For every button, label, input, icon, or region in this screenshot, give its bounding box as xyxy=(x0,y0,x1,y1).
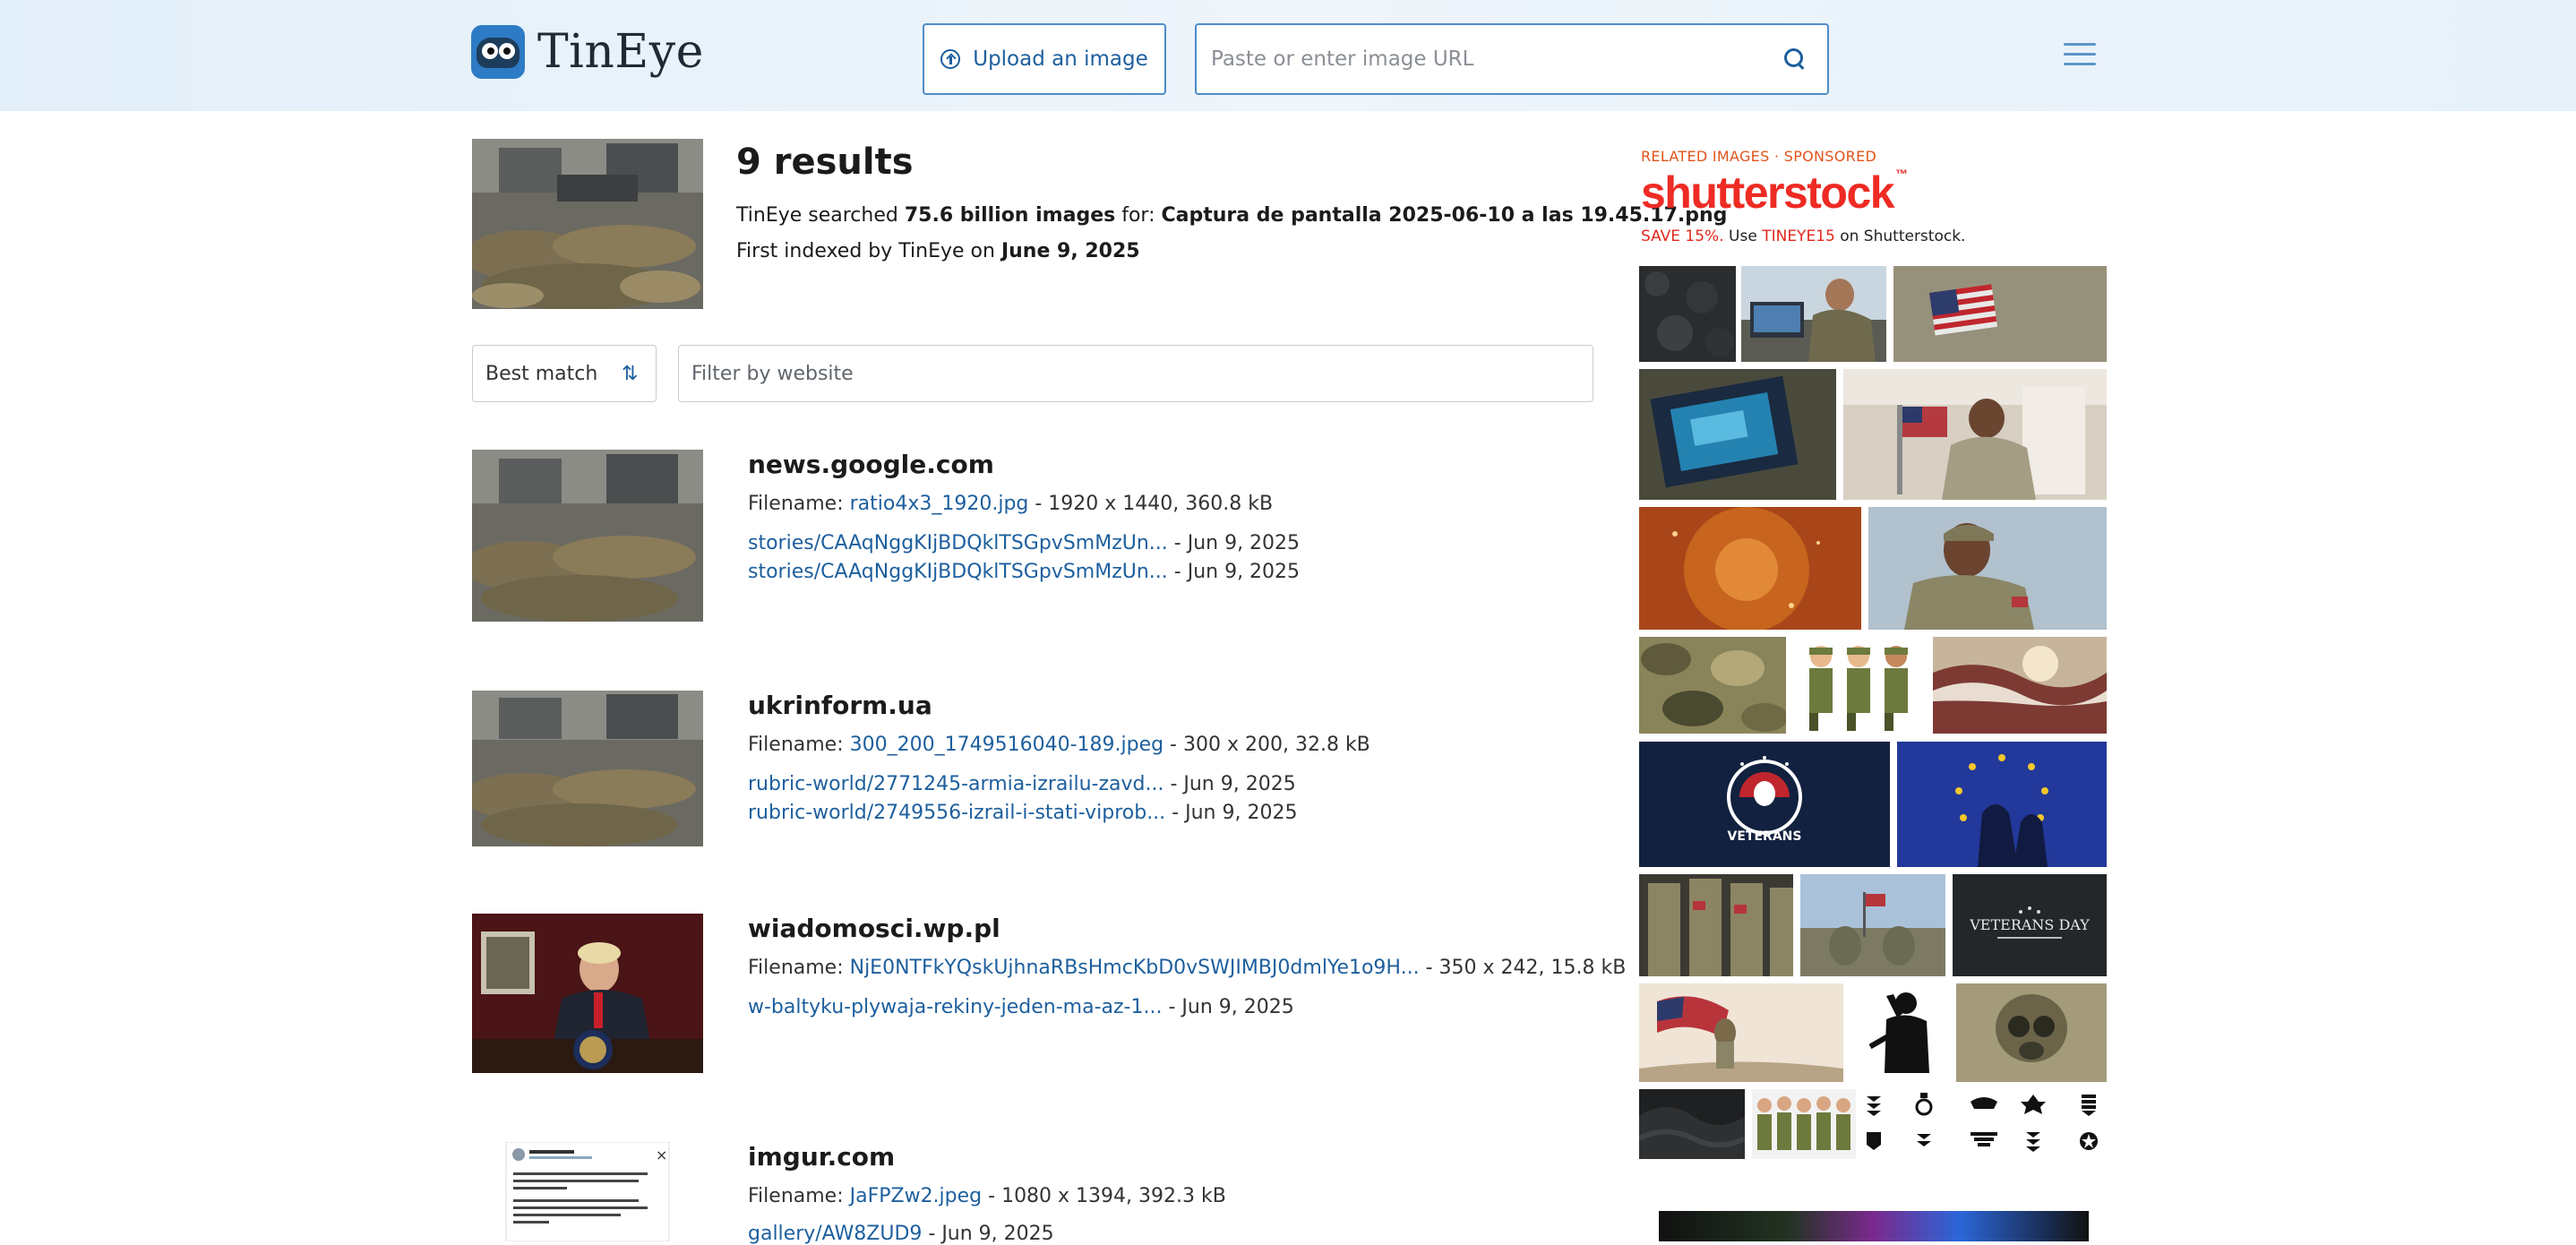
related-image-tile[interactable] xyxy=(1639,637,1786,734)
menu-icon[interactable] xyxy=(2064,43,2096,66)
result-page-line: w-baltyku-plywaja-rekiny-jeden-ma-az-1..… xyxy=(748,996,1294,1018)
upload-icon xyxy=(940,49,961,69)
filter-box xyxy=(678,345,1593,402)
related-image-tile[interactable] xyxy=(1793,637,1926,734)
related-image-tile[interactable] xyxy=(1893,266,2107,362)
result-page-line: stories/CAAqNggKIjBDQklTSGpvSmMzUn... - … xyxy=(748,532,1301,554)
query-image-thumbnail[interactable] xyxy=(472,139,703,309)
result-page-link[interactable]: rubric-world/2771245-armia-izrailu-zavd.… xyxy=(748,773,1163,795)
result-page-line: rubric-world/2771245-armia-izrailu-zavd.… xyxy=(748,773,1296,795)
result-filename-link[interactable]: JaFPZw2.jpeg xyxy=(850,1185,983,1207)
related-image-tile[interactable]: VETERANS DAY xyxy=(1953,874,2107,976)
upload-image-button[interactable]: Upload an image xyxy=(923,23,1166,95)
shutterstock-logo[interactable]: shutterstock ™ xyxy=(1641,167,1908,219)
result-page-line: gallery/AW8ZUD9 - Jun 9, 2025 xyxy=(748,1223,1054,1245)
result-filename-line: Filename: 300_200_1749516040-189.jpeg - … xyxy=(748,734,1370,756)
related-sponsored-label: RELATED IMAGES · SPONSORED xyxy=(1641,148,1877,165)
related-image-tile[interactable] xyxy=(1800,874,1945,976)
result-page-line: stories/CAAqNggKIjBDQklTSGpvSmMzUn... - … xyxy=(748,561,1301,583)
result-page-link[interactable]: gallery/AW8ZUD9 xyxy=(748,1223,922,1245)
sort-icon: ⇅ xyxy=(622,363,639,385)
result-domain[interactable]: imgur.com xyxy=(748,1142,895,1172)
result-page-line: rubric-world/2749556-izrail-i-stati-vipr… xyxy=(748,802,1298,824)
related-image-tile[interactable] xyxy=(1639,983,1843,1082)
result-filename-link[interactable]: 300_200_1749516040-189.jpeg xyxy=(850,734,1163,756)
sort-select[interactable]: Best match ⇅ xyxy=(472,345,657,402)
advertisement-banner[interactable] xyxy=(1659,1211,2089,1241)
image-url-input[interactable] xyxy=(1197,25,1770,93)
related-image-tile[interactable] xyxy=(1863,1089,2107,1159)
sort-select-label: Best match xyxy=(485,362,598,385)
related-image-tile[interactable] xyxy=(1639,507,1861,630)
url-search-box xyxy=(1195,23,1829,95)
result-domain[interactable]: wiadomosci.wp.pl xyxy=(748,914,1000,943)
related-image-tile[interactable]: VETERANS xyxy=(1639,742,1890,867)
searched-summary: TinEye searched 75.6 billion images for:… xyxy=(736,204,1728,227)
filter-website-input[interactable] xyxy=(679,346,1593,401)
result-page-link[interactable]: stories/CAAqNggKIjBDQklTSGpvSmMzUn... xyxy=(748,532,1168,554)
related-image-tile[interactable] xyxy=(1850,983,1949,1082)
related-image-tile[interactable] xyxy=(1639,1089,1745,1159)
tineye-logo-icon xyxy=(471,25,525,79)
result-filename-line: Filename: ratio4x3_1920.jpg - 1920 x 144… xyxy=(748,493,1274,515)
result-filename-link[interactable]: ratio4x3_1920.jpg xyxy=(850,493,1029,515)
result-thumbnail[interactable] xyxy=(472,450,703,622)
result-page-link[interactable]: stories/CAAqNggKIjBDQklTSGpvSmMzUn... xyxy=(748,561,1168,583)
related-image-tile[interactable] xyxy=(1741,266,1886,362)
related-image-tile[interactable] xyxy=(1843,369,2107,500)
result-filename-link[interactable]: NjE0NTFkYQskUjhnaRBsHmcKbD0vSWJIMBJ0dmlY… xyxy=(850,957,1420,979)
related-image-tile[interactable] xyxy=(1868,507,2107,630)
results-count: 9 results xyxy=(736,142,914,183)
related-image-tile[interactable] xyxy=(1752,1089,1856,1159)
result-filename-line: Filename: JaFPZw2.jpeg - 1080 x 1394, 39… xyxy=(748,1185,1226,1207)
related-image-tile[interactable] xyxy=(1639,874,1793,976)
related-image-tile[interactable] xyxy=(1639,369,1836,500)
svg-text:VETERANS DAY: VETERANS DAY xyxy=(1969,916,2090,933)
svg-text:×: × xyxy=(656,1146,667,1163)
tineye-logo[interactable]: TinEye xyxy=(471,25,704,79)
svg-text:VETERANS: VETERANS xyxy=(1728,829,1802,844)
header-bar: TinEye Upload an image xyxy=(0,0,2576,111)
result-thumbnail[interactable]: × xyxy=(472,1142,703,1241)
related-image-tile[interactable] xyxy=(1897,742,2107,867)
brand-name: TinEye xyxy=(537,25,704,79)
result-domain[interactable]: ukrinform.ua xyxy=(748,691,932,720)
upload-button-label: Upload an image xyxy=(973,47,1148,71)
search-icon[interactable] xyxy=(1784,48,1804,68)
result-thumbnail[interactable] xyxy=(472,914,703,1073)
first-indexed: First indexed by TinEye on June 9, 2025 xyxy=(736,240,1140,262)
related-image-tile[interactable] xyxy=(1639,266,1736,362)
result-domain[interactable]: news.google.com xyxy=(748,450,994,479)
result-thumbnail[interactable] xyxy=(472,691,703,846)
related-image-tile[interactable] xyxy=(1956,983,2107,1082)
result-page-link[interactable]: w-baltyku-plywaja-rekiny-jeden-ma-az-1..… xyxy=(748,996,1162,1018)
result-page-link[interactable]: rubric-world/2749556-izrail-i-stati-vipr… xyxy=(748,802,1165,824)
promo-text: SAVE 15%. Use TINEYE15 on Shutterstock. xyxy=(1641,228,1966,245)
related-image-tile[interactable] xyxy=(1933,637,2107,734)
result-filename-line: Filename: NjE0NTFkYQskUjhnaRBsHmcKbD0vSW… xyxy=(748,957,1627,979)
